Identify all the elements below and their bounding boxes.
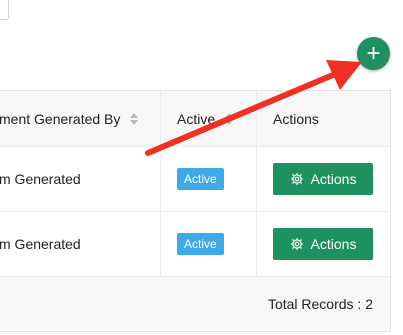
header-actions: Actions: [273, 110, 319, 127]
table-row: m Generated Active Actions: [0, 212, 390, 277]
actions-button[interactable]: Actions: [273, 163, 373, 195]
records-table: ment Generated By Active Actions m Gener…: [0, 90, 391, 332]
cell-actions: Actions: [257, 212, 390, 276]
cell-active: Active: [161, 147, 257, 211]
cell-generated-by: m Generated: [0, 147, 161, 211]
plus-icon: +: [366, 39, 381, 67]
header-active[interactable]: Active: [161, 91, 257, 146]
actions-button[interactable]: Actions: [273, 228, 373, 260]
total-records: Total Records : 2: [267, 295, 373, 312]
status-badge: Active: [177, 168, 224, 190]
add-record-button[interactable]: +: [357, 37, 390, 70]
gear-icon: [290, 173, 303, 185]
filter-input[interactable]: [0, 0, 9, 20]
table-footer: Total Records : 2: [0, 277, 390, 330]
sort-icon[interactable]: [130, 112, 139, 126]
status-badge: Active: [177, 233, 224, 255]
gear-icon: [290, 238, 303, 250]
table-header-row: ment Generated By Active Actions: [0, 91, 390, 147]
cell-actions: Actions: [257, 147, 390, 211]
cell-generated-by: m Generated: [0, 212, 161, 276]
sort-icon[interactable]: [225, 112, 234, 126]
table-row: m Generated Active Actions: [0, 147, 390, 212]
cell-active: Active: [161, 212, 257, 276]
header-generated-by[interactable]: ment Generated By: [0, 91, 161, 146]
